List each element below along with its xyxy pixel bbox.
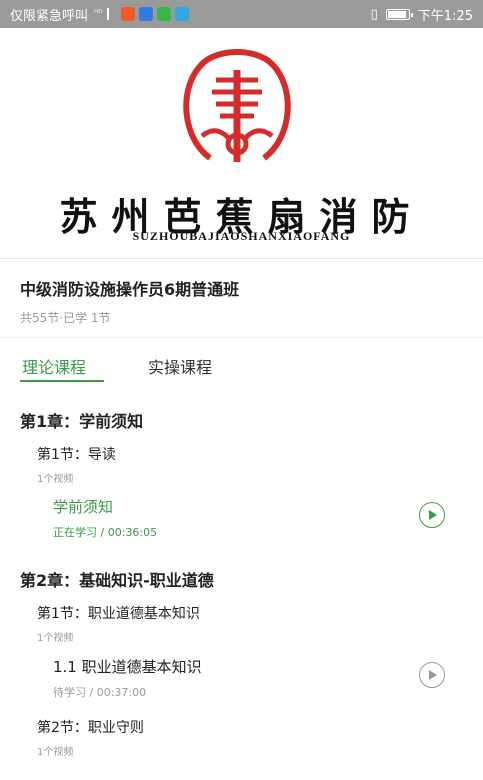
lesson-status: 正在学习 / 00:36:05 — [53, 526, 158, 539]
tab-bar: 理论课程 实操课程 — [0, 350, 483, 386]
lesson-item[interactable]: 1.1 职业道德基本知识 待学习 / 00:37:00 — [53, 656, 463, 700]
section-title: 第1节：导读 — [37, 447, 116, 463]
battery-icon — [385, 8, 413, 20]
qq-icon — [120, 7, 135, 21]
play-icon[interactable] — [419, 502, 445, 528]
tab-theory[interactable]: 理论课程 — [22, 354, 86, 378]
course-progress: 共55节·已学 1节 — [20, 311, 111, 325]
message-icon — [174, 7, 189, 21]
vibrate-icon: ▯ — [370, 6, 378, 22]
lesson-title: 1.1 职业道德基本知识 — [53, 658, 202, 676]
tab-practice[interactable]: 实操课程 — [148, 354, 212, 378]
lesson-status: 待学习 / 00:37:00 — [53, 686, 147, 699]
lesson-title: 学前须知 — [53, 498, 114, 516]
seal-logo-icon — [183, 49, 291, 162]
divider — [0, 258, 483, 259]
divider — [0, 337, 483, 338]
wechat-icon — [156, 7, 171, 21]
brand-banner: 苏州芭蕉扇消防 SUZHOUBAJIAOSHANXIAOFANG — [0, 28, 483, 258]
section-title: 第1节：职业道德基本知识 — [37, 606, 200, 622]
mail-icon — [138, 7, 153, 21]
chapter-title: 第1章：学前须知 — [20, 412, 144, 431]
lesson-item[interactable]: 学前须知 正在学习 / 00:36:05 — [53, 496, 463, 540]
video-count: 1个视频 — [37, 474, 74, 485]
play-icon[interactable] — [419, 662, 445, 688]
signal-icon: ᴴᴰ — [94, 9, 103, 19]
section-title: 第2节：职业守则 — [37, 720, 144, 736]
tab-active-indicator — [20, 380, 104, 382]
status-bar: 仅限紧急呼叫 ᴴᴰ ▯ 下午1:25 — [0, 0, 483, 28]
clock: 下午1:25 — [417, 8, 473, 24]
chapter-title: 第2章：基础知识-职业道德 — [20, 571, 214, 590]
course-title: 中级消防设施操作员6期普通班 — [20, 280, 240, 299]
carrier-label: 仅限紧急呼叫 — [10, 8, 89, 24]
usb-icon — [106, 8, 117, 20]
video-count: 1个视频 — [37, 747, 74, 758]
brand-name-en: SUZHOUBAJIAOSHANXIAOFANG — [132, 229, 351, 243]
video-count: 1个视频 — [37, 633, 74, 644]
course-header: 中级消防设施操作员6期普通班 共55节·已学 1节 — [20, 276, 239, 326]
